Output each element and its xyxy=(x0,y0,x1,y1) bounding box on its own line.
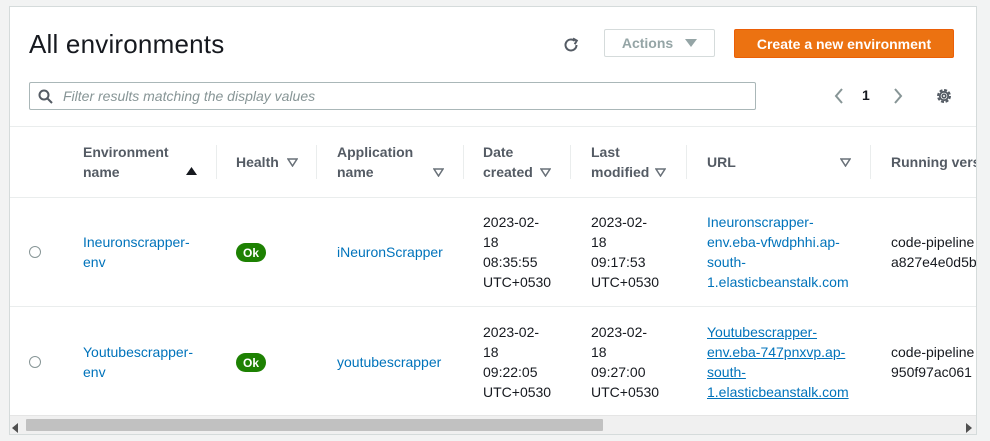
column-header-application-name[interactable]: Application name xyxy=(337,127,472,197)
environments-table: Environment name Health Application name xyxy=(10,126,976,416)
gear-icon xyxy=(937,89,951,103)
environment-name-link[interactable]: Ineuronscrapper- env xyxy=(83,232,190,272)
actions-label: Actions xyxy=(621,35,674,51)
environment-url-link[interactable]: Ineuronscrapper- env.eba-vfwdphhi.ap- so… xyxy=(707,212,849,292)
scrollbar-thumb[interactable] xyxy=(26,419,603,431)
last-modified-value: 2023-02- 18 09:17:53 UTC+0530 xyxy=(591,214,660,290)
table-row[interactable]: Ineuronscrapper- env Ok iNeuronScrapper … xyxy=(10,198,976,307)
sort-icon xyxy=(433,168,444,177)
health-status-badge: Ok xyxy=(236,353,266,372)
sort-icon xyxy=(655,168,666,177)
column-header-url[interactable]: URL xyxy=(707,127,857,197)
refresh-icon xyxy=(564,37,579,52)
running-version-value: code-pipeline a827e4e0d5b xyxy=(891,234,976,270)
horizontal-scrollbar[interactable] xyxy=(10,415,976,434)
environment-url-link[interactable]: Youtubescrapper- env.eba-747pnxvp.ap- so… xyxy=(707,322,849,402)
search-input[interactable] xyxy=(61,87,755,105)
scroll-right-icon[interactable] xyxy=(964,420,972,434)
environment-name-link[interactable]: Youtubescrapper- env xyxy=(83,342,193,382)
actions-dropdown[interactable]: Actions xyxy=(604,29,715,57)
environments-panel: All environments Actions Create a new en… xyxy=(9,6,977,435)
row-select-radio[interactable] xyxy=(29,356,41,368)
page-title: All environments xyxy=(29,29,225,59)
create-environment-button[interactable]: Create a new environment xyxy=(734,29,954,58)
preferences-button[interactable] xyxy=(934,86,954,106)
caret-down-icon xyxy=(685,39,698,47)
filter-search[interactable] xyxy=(29,82,756,110)
next-page-button[interactable] xyxy=(890,87,906,105)
table-header: Environment name Health Application name xyxy=(10,127,976,198)
column-header-environment-name[interactable]: Environment name xyxy=(83,127,208,197)
column-header-health[interactable]: Health xyxy=(236,127,316,197)
scroll-left-icon[interactable] xyxy=(12,420,20,434)
date-created-value: 2023-02- 18 08:35:55 UTC+0530 xyxy=(483,214,552,290)
running-version-value: code-pipeline 950f97ac061 xyxy=(891,344,975,380)
page-number[interactable]: 1 xyxy=(862,87,870,103)
sort-icon xyxy=(540,168,551,177)
chevron-left-icon xyxy=(834,88,843,104)
last-modified-value: 2023-02- 18 09:27:00 UTC+0530 xyxy=(591,324,660,400)
column-header-running-version[interactable]: Running vers xyxy=(891,127,976,197)
column-header-date-created[interactable]: Date created xyxy=(483,127,578,197)
sort-ascending-icon xyxy=(186,167,197,175)
column-header-last-modified[interactable]: Last modified xyxy=(591,127,691,197)
table-row[interactable]: Youtubescrapper- env Ok youtubescrapper … xyxy=(10,308,976,416)
sort-icon xyxy=(287,158,298,167)
search-icon xyxy=(38,89,53,104)
sort-icon xyxy=(840,158,851,167)
date-created-value: 2023-02- 18 09:22:05 UTC+0530 xyxy=(483,324,552,400)
row-select-radio[interactable] xyxy=(29,246,41,258)
application-name-link[interactable]: iNeuronScrapper xyxy=(337,242,443,262)
previous-page-button[interactable] xyxy=(831,87,847,105)
application-name-link[interactable]: youtubescrapper xyxy=(337,352,441,372)
refresh-button[interactable] xyxy=(559,33,583,57)
chevron-right-icon xyxy=(894,88,903,104)
health-status-badge: Ok xyxy=(236,243,266,262)
